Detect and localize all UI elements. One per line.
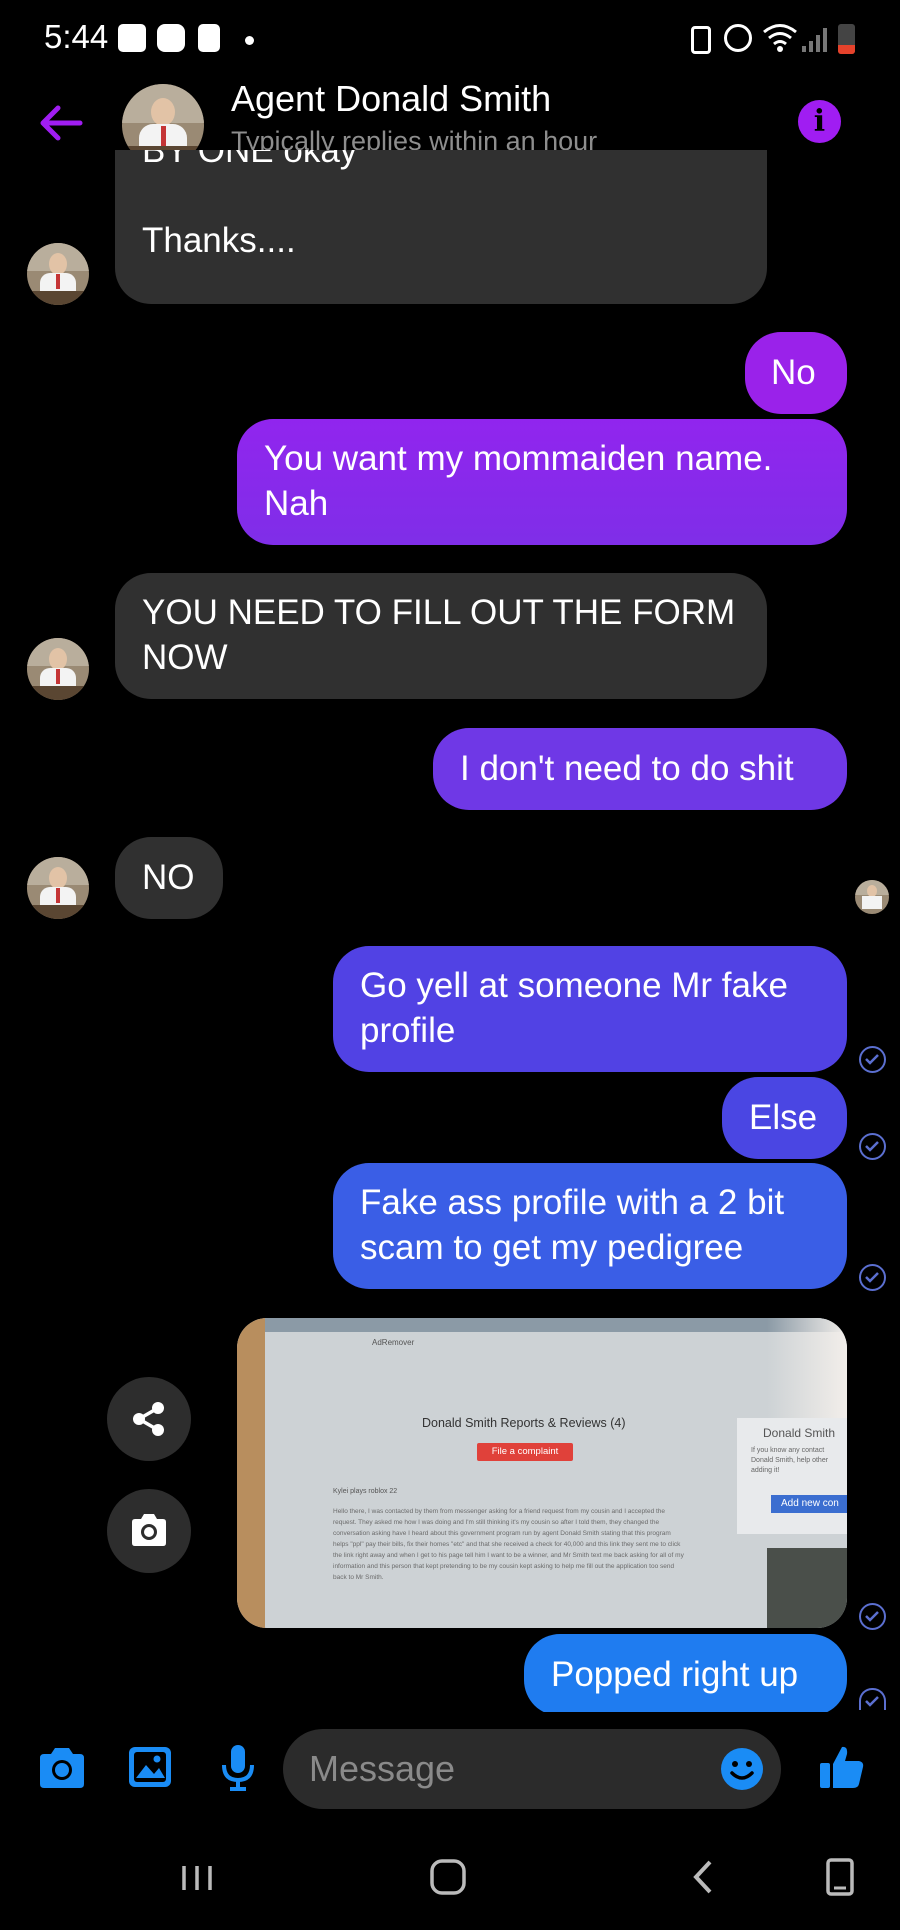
back-arrow-icon[interactable] — [36, 98, 86, 148]
recent-apps-icon[interactable] — [179, 1848, 215, 1908]
message-bubble-outgoing[interactable]: I don't need to do shit — [433, 728, 847, 810]
message-text: Go yell at someone Mr fake profile — [360, 966, 788, 1050]
rotate-screen-icon[interactable] — [822, 1848, 856, 1908]
share-icon — [133, 1402, 164, 1436]
photo-text-title: Donald Smith Reports & Reviews (4) — [422, 1416, 626, 1430]
photo-text-sidebar: If you know any contact Donald Smith, he… — [751, 1447, 829, 1474]
contact-name[interactable]: Agent Donald Smith — [231, 78, 551, 120]
photo-text-sidebar-title: Donald Smith — [763, 1426, 836, 1440]
gallery-notification-icon — [118, 24, 146, 52]
seen-check-icon — [859, 1046, 886, 1073]
photo-message[interactable]: AdRemover Donald Smith Reports & Reviews… — [237, 1318, 847, 1628]
photo-text-review: Hello there, I was contacted by them fro… — [333, 1508, 684, 1581]
message-bubble-incoming[interactable]: NO — [115, 837, 223, 919]
wifi-icon — [763, 24, 797, 52]
battery-saver-icon — [691, 26, 711, 54]
camera-icon[interactable] — [37, 1746, 87, 1790]
alert-notification-icon — [198, 24, 220, 52]
info-button[interactable]: i — [798, 100, 841, 143]
back-nav-icon[interactable] — [688, 1848, 718, 1908]
message-bubble-outgoing[interactable]: Go yell at someone Mr fake profile — [333, 946, 847, 1072]
thumbs-up-icon[interactable] — [818, 1743, 866, 1791]
camera-edit-button[interactable] — [107, 1489, 191, 1573]
message-bubble-incoming[interactable]: YOU NEED TO FILL OUT THE FORM NOW — [115, 573, 767, 699]
message-text: Else — [749, 1098, 818, 1137]
seen-check-icon — [859, 1603, 886, 1630]
alarm-icon — [724, 24, 752, 52]
message-bubble-outgoing[interactable]: You want my mommaiden name. Nah — [237, 419, 847, 545]
status-time: 5:44 — [44, 18, 109, 55]
read-receipt-avatar — [855, 880, 889, 914]
signal-icon — [802, 28, 827, 52]
microphone-icon[interactable] — [220, 1743, 256, 1793]
photo-text-button: File a complaint — [477, 1443, 573, 1461]
seen-check-icon — [859, 1133, 886, 1160]
message-text: I don't need to do shit — [460, 749, 794, 788]
message-text: No — [771, 353, 816, 392]
message-input-placeholder: Message — [309, 1748, 456, 1789]
message-bubble-incoming[interactable]: BY ONE okay Thanks.... — [115, 150, 767, 304]
contact-avatar-small[interactable] — [27, 857, 89, 919]
photo-text-label: AdRemover — [372, 1338, 415, 1347]
home-icon[interactable] — [428, 1848, 468, 1908]
message-bubble-outgoing[interactable]: Popped right up — [524, 1634, 847, 1716]
message-text: Popped right up — [551, 1655, 799, 1694]
message-bubble-outgoing[interactable]: No — [745, 332, 847, 414]
gallery-icon[interactable] — [127, 1745, 173, 1789]
message-bubble-outgoing[interactable]: Else — [722, 1077, 847, 1159]
emoji-icon[interactable] — [720, 1747, 764, 1791]
message-text: Fake ass profile with a 2 bit scam to ge… — [360, 1183, 785, 1267]
seen-check-icon — [859, 1264, 886, 1291]
security-notification-icon — [157, 24, 185, 52]
photo-text-sidebar-button: Add new con — [771, 1495, 847, 1513]
more-notifications-dot-icon — [245, 36, 254, 45]
photo-text-author: Kylei plays roblox 22 — [333, 1488, 398, 1495]
seen-check-icon — [859, 1688, 886, 1710]
message-text: You want my mommaiden name. Nah — [264, 439, 773, 523]
battery-low-icon — [838, 24, 855, 54]
message-text: NO — [142, 858, 195, 897]
share-button[interactable] — [107, 1377, 191, 1461]
message-text: BY ONE okay Thanks.... — [142, 150, 358, 260]
contact-avatar-small[interactable] — [27, 243, 89, 305]
message-bubble-outgoing[interactable]: Fake ass profile with a 2 bit scam to ge… — [333, 1163, 847, 1289]
camera-icon — [132, 1514, 166, 1546]
message-text: YOU NEED TO FILL OUT THE FORM NOW — [142, 593, 736, 677]
contact-avatar-small[interactable] — [27, 638, 89, 700]
